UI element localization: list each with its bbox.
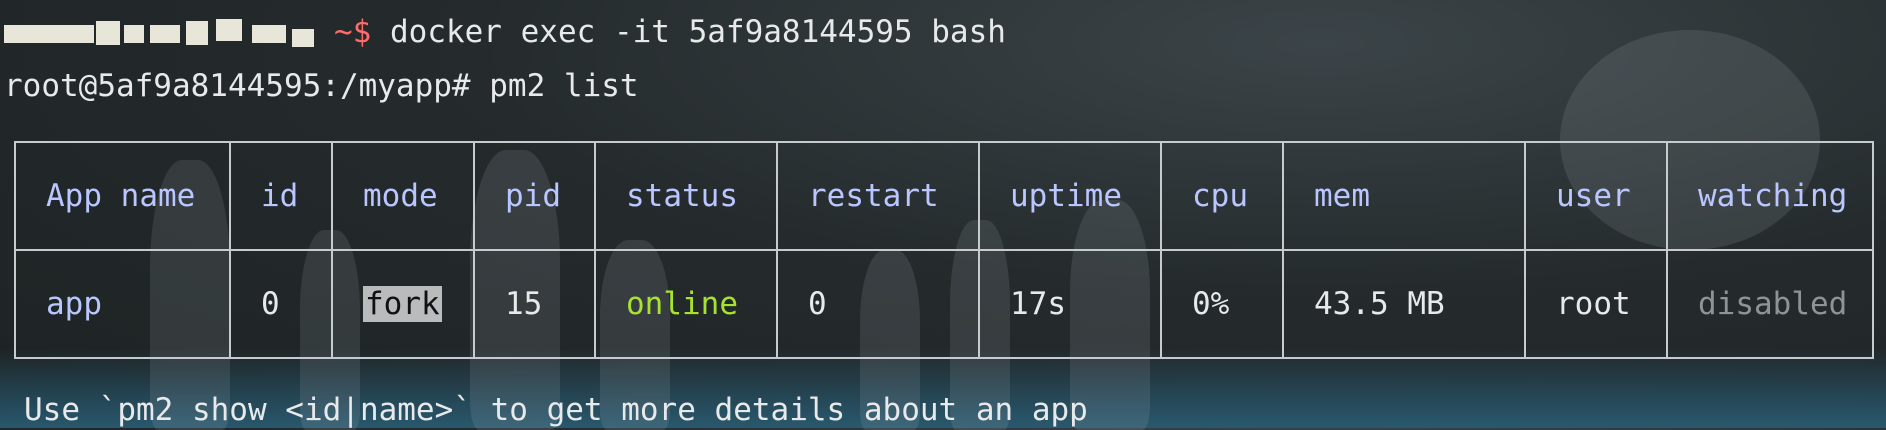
cell-uptime: 17s — [978, 249, 1162, 359]
terminal-line-pm2-list: root@5af9a8144595:/myapp# pm2 list — [4, 66, 639, 106]
pm2-process-table: App name id mode pid status restart upti… — [14, 141, 1874, 359]
cell-watching: disabled — [1666, 249, 1874, 359]
container-prompt: root@5af9a8144595:/myapp# — [4, 68, 471, 104]
table-header-row: App name id mode pid status restart upti… — [14, 141, 1874, 251]
cell-mem: 43.5 MB — [1282, 249, 1526, 359]
header-cpu: cpu — [1160, 141, 1284, 251]
cell-id: 0 — [229, 249, 333, 359]
header-mode: mode — [331, 141, 475, 251]
header-app-name: App name — [14, 141, 231, 251]
header-id: id — [229, 141, 333, 251]
cell-user: root — [1524, 249, 1668, 359]
cell-status: online — [594, 249, 778, 359]
table-row: app 0 fork 15 online 0 17s 0% 43.5 MB ro… — [14, 249, 1874, 359]
cell-app-name: app — [14, 249, 231, 359]
redacted-username — [4, 18, 334, 49]
command-text: docker exec -it 5af9a8144595 bash — [371, 14, 1006, 50]
header-mem: mem — [1282, 141, 1526, 251]
header-watching: watching — [1666, 141, 1874, 251]
pm2-hint-text: Use `pm2 show <id|name>` to get more det… — [24, 392, 1088, 428]
cell-cpu: 0% — [1160, 249, 1284, 359]
cell-mode: fork — [331, 249, 475, 359]
header-restart: restart — [776, 141, 980, 251]
header-user: user — [1524, 141, 1668, 251]
cell-pid: 15 — [473, 249, 596, 359]
command-text: pm2 list — [470, 68, 639, 104]
terminal-line-docker-exec: ~$ docker exec -it 5af9a8144595 bash — [4, 12, 1006, 52]
header-uptime: uptime — [978, 141, 1162, 251]
header-status: status — [594, 141, 778, 251]
cell-restart: 0 — [776, 249, 980, 359]
prompt-tilde: ~$ — [334, 14, 372, 50]
mode-value: fork — [363, 286, 442, 322]
header-pid: pid — [473, 141, 596, 251]
